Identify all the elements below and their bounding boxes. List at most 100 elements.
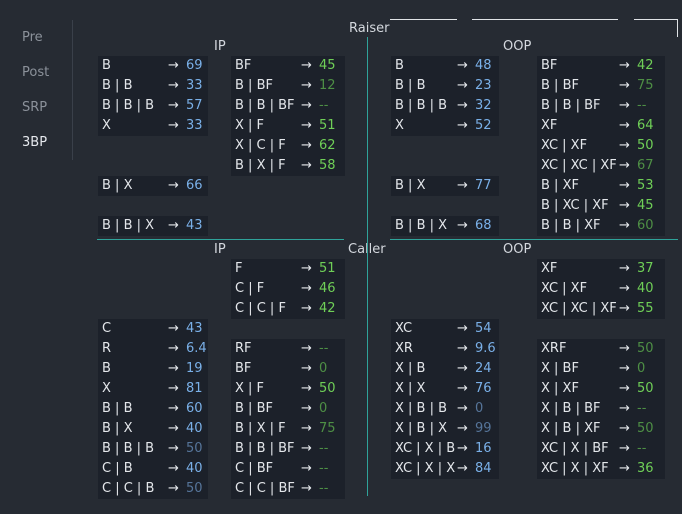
vertical-divider	[367, 37, 368, 496]
stat-label: X | B | XF	[541, 421, 601, 436]
stat-label: B	[102, 361, 111, 376]
stat-value: 50	[637, 341, 654, 356]
arrow-icon: →	[301, 381, 312, 396]
stat-value: 0	[319, 401, 328, 416]
stat-row: B | B | B → 57	[98, 96, 208, 116]
stat-label: XC | XF	[541, 281, 588, 296]
nav-item-srp[interactable]: SRP	[22, 100, 47, 115]
stat-value: 9.6	[475, 341, 496, 356]
stat-row: X | XF → 50	[537, 379, 665, 399]
arrow-icon: →	[168, 361, 179, 376]
arrow-icon: →	[301, 261, 312, 276]
stat-label: X | XF	[541, 381, 579, 396]
stat-label: X | C | F	[235, 138, 286, 153]
stat-value: 57	[186, 98, 203, 113]
stat-row: XC | X | XF → 36	[537, 459, 665, 479]
stat-value: 48	[475, 58, 492, 73]
arrow-icon: →	[619, 218, 630, 233]
stat-row: C | BF → --	[231, 459, 345, 479]
stat-label: B | X | F	[235, 158, 286, 173]
arrow-icon: →	[301, 301, 312, 316]
stat-label: B | B | B	[102, 441, 155, 456]
stats-panel-caller-ip-right: RF → -- BF → 0 X | F → 50 B | BF → 0 B | X | F → 75 B |…	[231, 339, 345, 499]
stat-label: X | B | X	[395, 421, 448, 436]
stat-label: X | BF	[541, 361, 579, 376]
stat-label: X | F	[235, 118, 265, 133]
arrow-icon: →	[457, 441, 468, 456]
stat-row: B | B | BF → --	[537, 96, 665, 116]
arrow-icon: →	[619, 58, 630, 73]
stat-row: B | X | F → 75	[231, 419, 345, 439]
arrow-icon: →	[457, 361, 468, 376]
stat-row: B | X → 77	[391, 176, 499, 196]
arrow-icon: →	[457, 178, 468, 193]
stat-label: B | X	[395, 178, 426, 193]
stat-row: B | B → 23	[391, 76, 499, 96]
stat-label: XC | X | XF	[541, 461, 609, 476]
stat-value: 51	[319, 118, 336, 133]
stats-panel-raiser-ip-bbx: B | B | X → 43	[98, 216, 208, 236]
stat-row: B | B | BF → --	[231, 439, 345, 459]
arrow-icon: →	[301, 421, 312, 436]
stat-row: BF → 42	[537, 56, 665, 76]
stat-value: --	[319, 98, 329, 113]
stat-row: BF → 0	[231, 359, 345, 379]
stat-label: XC | X | X	[395, 461, 456, 476]
stat-value: 40	[186, 461, 203, 476]
stat-label: B | X	[102, 421, 133, 436]
stat-row: F → 51	[231, 259, 345, 279]
arrow-icon: →	[168, 58, 179, 73]
arrow-icon: →	[301, 281, 312, 296]
stat-label: C | C | B	[102, 481, 155, 496]
stat-row: X | F → 50	[231, 379, 345, 399]
stat-value: 50	[186, 481, 203, 496]
stat-label: C	[102, 321, 112, 336]
arrow-icon: →	[301, 461, 312, 476]
arrow-icon: →	[457, 341, 468, 356]
header-caller-oop: OOP	[503, 242, 532, 257]
stat-value: 53	[637, 178, 654, 193]
stat-label: X	[102, 118, 111, 133]
stat-value: 46	[319, 281, 336, 296]
stat-label: X	[395, 118, 404, 133]
stat-row: XC → 54	[391, 319, 499, 339]
stat-row: XC | X | BF → --	[537, 439, 665, 459]
nav-item-pre[interactable]: Pre	[22, 30, 43, 45]
stat-row: B | B | B → 50	[98, 439, 208, 459]
stat-value: 19	[186, 361, 203, 376]
stat-label: B | BF	[235, 78, 273, 93]
stat-row: XR → 9.6	[391, 339, 499, 359]
arrow-icon: →	[457, 381, 468, 396]
stat-row: R → 6.4	[98, 339, 208, 359]
stats-panel-caller-ip-top: F → 51 C | F → 46 C | C | F → 42	[231, 259, 345, 319]
stats-panel-raiser-oop-bx: B | X → 77	[391, 176, 499, 196]
nav-item-post[interactable]: Post	[22, 65, 49, 80]
stat-value: --	[319, 461, 329, 476]
stat-value: 60	[637, 218, 654, 233]
stat-row: XC | X | X → 84	[391, 459, 499, 479]
arrow-icon: →	[168, 118, 179, 133]
arrow-icon: →	[168, 401, 179, 416]
stat-label: B | B | XF	[541, 218, 601, 233]
arrow-icon: →	[457, 78, 468, 93]
arrow-icon: →	[301, 341, 312, 356]
stat-value: 43	[186, 321, 203, 336]
stat-row: X → 33	[98, 116, 208, 136]
arrow-icon: →	[619, 421, 630, 436]
stat-value: 0	[319, 361, 328, 376]
top-rule	[390, 19, 457, 20]
arrow-icon: →	[619, 178, 630, 193]
stat-value: 43	[186, 218, 203, 233]
stat-label: B	[395, 58, 404, 73]
stat-value: 52	[475, 118, 492, 133]
stats-panel-raiser-oop-bet: B → 48 B | B → 23 B | B | B → 32 X → 52	[391, 56, 499, 136]
stat-row: XRF → 50	[537, 339, 665, 359]
stat-value: 23	[475, 78, 492, 93]
stat-row: C | C | BF → --	[231, 479, 345, 499]
stat-value: 60	[186, 401, 203, 416]
horizontal-divider-left	[97, 239, 344, 240]
stat-value: 45	[637, 198, 654, 213]
arrow-icon: →	[619, 361, 630, 376]
nav-item-3bp[interactable]: 3BP	[22, 135, 47, 150]
arrow-icon: →	[619, 158, 630, 173]
